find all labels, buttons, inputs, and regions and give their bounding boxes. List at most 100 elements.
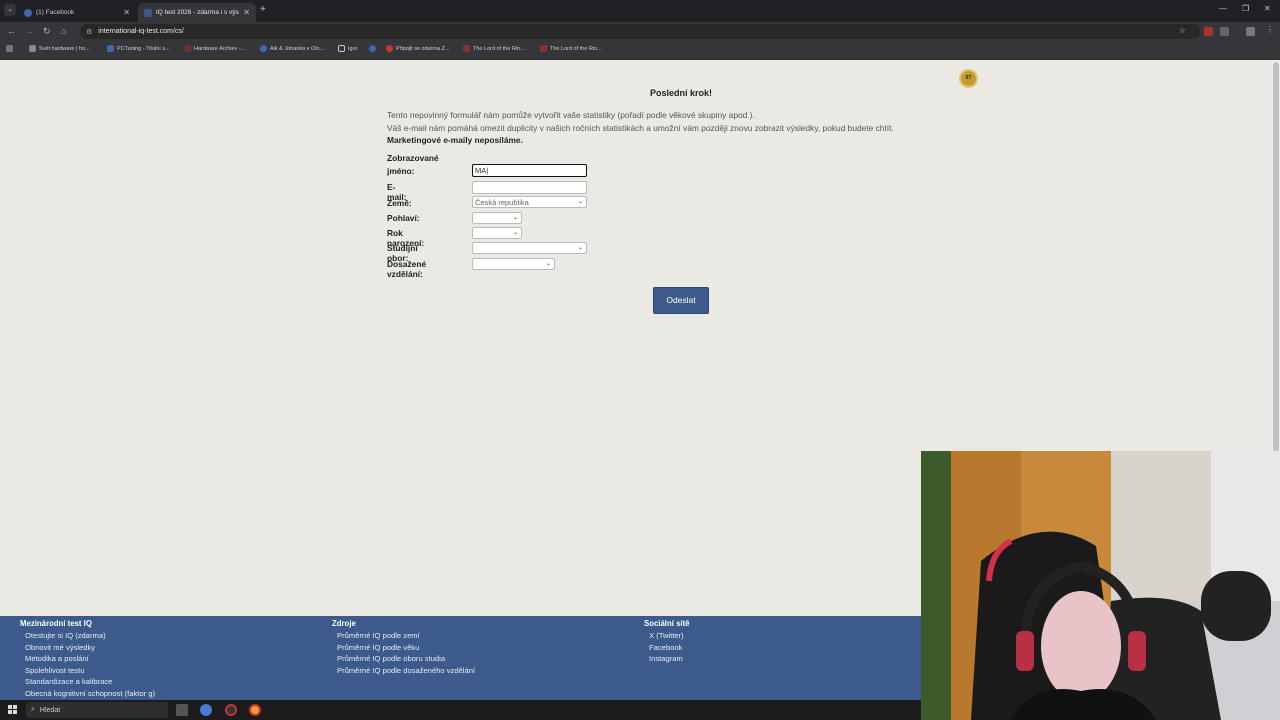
country-value: Česká republika bbox=[475, 197, 529, 207]
apps-icon[interactable] bbox=[6, 45, 13, 52]
country-label: Země: bbox=[387, 198, 412, 208]
chevron-down-icon: ⌄ bbox=[577, 245, 583, 251]
bookmark-item[interactable]: PCTuning - Titulní s... bbox=[107, 45, 170, 52]
menu-icon[interactable]: ⋮ bbox=[1266, 25, 1275, 34]
site-logo[interactable]: IIT bbox=[959, 69, 978, 88]
close-tab-icon[interactable]: ✕ bbox=[243, 8, 250, 17]
bookmark-item[interactable]: The Lord of the Rin... bbox=[540, 45, 602, 52]
tab-search-icon[interactable]: ⌄ bbox=[4, 4, 16, 16]
favicon-icon bbox=[29, 45, 36, 52]
chevron-down-icon: ⌄ bbox=[512, 230, 518, 236]
display-name-input[interactable]: MA| bbox=[472, 164, 587, 177]
intro-line: Váš e-mail nám pomáhá omezit duplicity v… bbox=[387, 122, 894, 133]
country-select[interactable]: Česká republika ⌄ bbox=[472, 196, 587, 208]
favicon-icon bbox=[107, 45, 114, 52]
chevron-down-icon: ⌄ bbox=[512, 215, 518, 221]
url-text: international-iq-test.com/cs/ bbox=[98, 28, 184, 35]
iq-favicon-icon bbox=[144, 8, 152, 17]
bookmark-item[interactable]: Aik & Johanka v Olo... bbox=[260, 45, 324, 52]
close-window-icon[interactable]: ✕ bbox=[1264, 4, 1271, 13]
intro-line: Tento nepovinný formulář nám pomůže vytv… bbox=[387, 110, 755, 120]
display-name-label-1: Zobrazované bbox=[387, 153, 439, 163]
display-name-label-2: jméno: bbox=[387, 166, 415, 176]
footer-heading: Sociální sítě bbox=[644, 619, 690, 628]
taskbar: ⌕ Hledat bbox=[0, 700, 921, 720]
reload-icon[interactable]: ↻ bbox=[43, 26, 51, 37]
education-label: Dosažené vzdělání: bbox=[387, 259, 427, 279]
bookmark-item[interactable]: The Lord of the Rin... bbox=[463, 45, 525, 52]
page-title: Poslední krok! bbox=[649, 88, 712, 98]
footer-link[interactable]: Instagram bbox=[644, 653, 690, 665]
search-icon: ⌕ bbox=[31, 706, 35, 713]
taskbar-search[interactable]: ⌕ Hledat bbox=[26, 702, 168, 718]
taskbar-app-icon[interactable] bbox=[200, 704, 212, 716]
windows-start-icon[interactable] bbox=[8, 705, 17, 714]
tab-iq-test[interactable]: IQ test 2026 - zdarma i s výsle ✕ bbox=[138, 3, 256, 22]
address-bar[interactable]: ⚙ international-iq-test.com/cs/ bbox=[80, 24, 1200, 39]
bookmarks-bar: Svět hardware | ho... PCTuning - Titulní… bbox=[0, 41, 1280, 60]
forward-icon[interactable]: → bbox=[25, 26, 34, 36]
tab-bar: ⌄ (1) Facebook ✕ IQ test 2026 - zdarma i… bbox=[0, 0, 1280, 22]
home-icon[interactable]: ⌂ bbox=[61, 26, 66, 36]
chevron-down-icon: ⌄ bbox=[577, 199, 583, 205]
chrome-taskbar-icon[interactable] bbox=[249, 704, 261, 716]
footer-link[interactable]: Průměrné IQ podle věku bbox=[332, 642, 475, 654]
favicon-icon bbox=[184, 45, 191, 52]
webcam-overlay bbox=[921, 451, 1280, 720]
tab-title: (1) Facebook bbox=[36, 9, 75, 16]
browser-toolbar: ← → ↻ ⌂ ⚙ international-iq-test.com/cs/ … bbox=[0, 22, 1280, 41]
footer-link[interactable]: Standardizace a kalibrace bbox=[20, 676, 155, 688]
facebook-favicon-icon bbox=[24, 8, 32, 17]
taskbar-app-icon[interactable] bbox=[225, 704, 237, 716]
email-input[interactable] bbox=[472, 181, 587, 194]
bookmark-item[interactable]: Připojit se zdarma Z... bbox=[386, 45, 450, 52]
footer-link[interactable]: Průměrné IQ podle dosaženého vzdělání bbox=[332, 665, 475, 677]
footer-column-resources: Zdroje Průměrné IQ podle zemí Průměrné I… bbox=[332, 619, 475, 676]
profile-icon[interactable] bbox=[1246, 27, 1255, 36]
minimize-icon[interactable]: — bbox=[1219, 4, 1227, 13]
footer-link[interactable]: Průměrné IQ podle oboru studia bbox=[332, 653, 475, 665]
tab-title: IQ test 2026 - zdarma i s výsle bbox=[156, 9, 240, 16]
site-info-icon[interactable]: ⚙ bbox=[86, 28, 92, 36]
footer-column-social: Sociální sítě X (Twitter) Facebook Insta… bbox=[644, 619, 690, 665]
new-tab-icon[interactable]: + bbox=[260, 4, 266, 15]
close-tab-icon[interactable]: ✕ bbox=[123, 8, 130, 17]
chevron-down-icon: ⌄ bbox=[545, 261, 551, 267]
scrollbar-thumb[interactable] bbox=[1273, 62, 1279, 452]
footer-link[interactable]: Otestujte si IQ (zdarma) bbox=[20, 630, 155, 642]
favicon-icon bbox=[540, 45, 547, 52]
taskbar-app-icon[interactable] bbox=[176, 704, 188, 716]
tab-facebook[interactable]: (1) Facebook ✕ bbox=[18, 3, 136, 22]
footer-column-iq-test: Mezinárodní test IQ Otestujte si IQ (zda… bbox=[20, 619, 155, 699]
footer-link[interactable]: Obecná kognitivní schopnost (faktor g) bbox=[20, 688, 155, 700]
folder-icon bbox=[338, 45, 345, 52]
extensions-puzzle-icon[interactable] bbox=[1220, 27, 1229, 36]
gender-select[interactable]: ⌄ bbox=[472, 212, 522, 224]
favicon-icon bbox=[463, 45, 470, 52]
intro-text: Tento nepovinný formulář nám pomůže vytv… bbox=[387, 109, 967, 147]
education-select[interactable]: ⌄ bbox=[472, 258, 555, 270]
birth-year-select[interactable]: ⌄ bbox=[472, 227, 522, 239]
footer-link[interactable]: Průměrné IQ podle zemí bbox=[332, 630, 475, 642]
bookmark-folder[interactable]: Igor bbox=[338, 45, 357, 52]
facebook-bookmark-icon[interactable] bbox=[369, 45, 376, 52]
site-footer: Mezinárodní test IQ Otestujte si IQ (zda… bbox=[0, 616, 921, 700]
footer-heading: Mezinárodní test IQ bbox=[20, 619, 92, 628]
search-placeholder: Hledat bbox=[39, 706, 61, 714]
footer-link[interactable]: X (Twitter) bbox=[644, 630, 690, 642]
footer-link[interactable]: Obnovit mé výsledky bbox=[20, 642, 155, 654]
footer-link[interactable]: Facebook bbox=[644, 642, 690, 654]
bookmark-item[interactable]: Hardware Archiev -... bbox=[184, 45, 245, 52]
field-of-study-select[interactable]: ⌄ bbox=[472, 242, 587, 254]
webcam-image bbox=[921, 451, 1280, 720]
back-icon[interactable]: ← bbox=[7, 26, 16, 36]
footer-link[interactable]: Metodika a poslání bbox=[20, 653, 155, 665]
submit-button[interactable]: Odeslat bbox=[653, 287, 709, 314]
gender-label: Pohlaví: bbox=[387, 213, 420, 223]
restore-icon[interactable]: ❐ bbox=[1242, 4, 1249, 13]
extension-icon[interactable] bbox=[1204, 27, 1213, 36]
favicon-icon bbox=[386, 45, 393, 52]
bookmark-star-icon[interactable]: ☆ bbox=[1179, 26, 1186, 35]
footer-link[interactable]: Spolehlivost testu bbox=[20, 665, 155, 677]
bookmark-item[interactable]: Svět hardware | ho... bbox=[29, 45, 90, 52]
